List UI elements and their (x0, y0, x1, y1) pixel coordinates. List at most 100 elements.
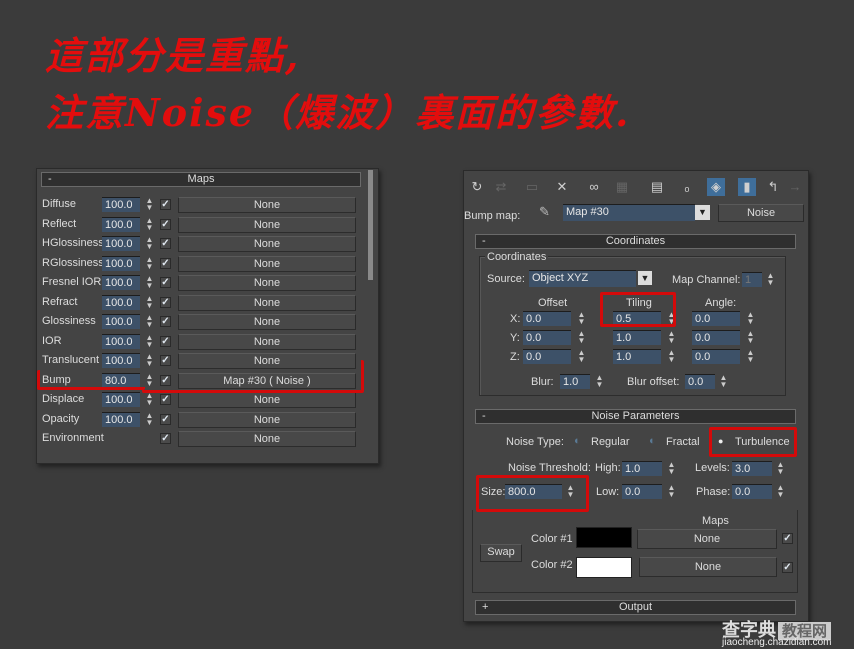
collapse-toggle[interactable]: - (482, 410, 486, 423)
map-channel-field[interactable]: 1 (742, 272, 762, 287)
low-field[interactable]: 0.0 (622, 484, 662, 499)
map-slot-button[interactable]: None (178, 255, 356, 272)
map-amount-field[interactable]: 100.0 (102, 353, 140, 368)
coordinates-rollout-header[interactable]: - Coordinates (475, 234, 796, 249)
maps-scrollbar[interactable] (368, 170, 373, 280)
map-slot-button[interactable]: None (178, 392, 356, 408)
expand-toggle[interactable]: + (482, 601, 488, 614)
eyedropper-icon[interactable]: ✎ (539, 205, 550, 219)
angle-spinner[interactable]: ▲ ▼ (746, 311, 755, 326)
offset-field[interactable]: 0.0 (523, 330, 571, 345)
offset-field[interactable]: 0.0 (523, 311, 571, 326)
map-enable-checkbox[interactable]: ✓ (160, 238, 171, 249)
get-material-icon[interactable]: ↻ (468, 178, 486, 196)
map-amount-spinner[interactable]: ▲ ▼ (145, 314, 154, 329)
map-channel-spinner[interactable]: ▲ ▼ (766, 272, 775, 287)
map-enable-checkbox[interactable]: ✓ (160, 218, 171, 230)
map-amount-field[interactable]: 100.0 (102, 275, 140, 290)
show-map-icon[interactable]: ₒ (678, 178, 696, 196)
offset-spinner[interactable]: ▲ ▼ (577, 330, 586, 345)
collapse-toggle[interactable]: - (48, 173, 52, 186)
map-slot-button[interactable]: None (178, 333, 356, 350)
blur-offset-spinner[interactable]: ▲ ▼ (719, 374, 728, 389)
map-enable-checkbox[interactable]: ✓ (160, 296, 171, 308)
map-enable-checkbox[interactable]: ✓ (160, 394, 171, 405)
angle-spinner[interactable]: ▲ ▼ (746, 349, 755, 364)
map-slot-button[interactable]: None (178, 216, 356, 233)
go-to-parent-icon[interactable]: ↰ (764, 178, 782, 196)
map-enable-checkbox[interactable]: ✓ (160, 199, 171, 210)
map-slot-button[interactable]: None (178, 314, 356, 330)
offset-field[interactable]: 0.0 (523, 349, 571, 364)
tiling-field[interactable]: 1.0 (613, 349, 661, 364)
map-type-button[interactable]: Noise (718, 204, 804, 222)
output-rollout-header[interactable]: + Output (475, 600, 796, 615)
phase-spinner[interactable]: ▲ ▼ (776, 484, 785, 499)
map-enable-checkbox[interactable]: ✓ (160, 257, 171, 269)
map-slot-button[interactable]: None (178, 197, 356, 213)
blur-field[interactable]: 1.0 (560, 374, 590, 389)
map-amount-spinner[interactable]: ▲ ▼ (145, 216, 154, 232)
map-amount-spinner[interactable]: ▲ ▼ (145, 294, 154, 310)
angle-field[interactable]: 0.0 (692, 311, 740, 326)
low-spinner[interactable]: ▲ ▼ (667, 484, 676, 499)
angle-spinner[interactable]: ▲ ▼ (746, 330, 755, 345)
map-enable-checkbox[interactable]: ✓ (160, 433, 171, 444)
fractal-label[interactable]: Fractal (666, 435, 700, 449)
map-name-dropdown-icon[interactable]: ▼ (695, 205, 710, 220)
map-amount-field[interactable]: 100.0 (102, 294, 140, 310)
regular-label[interactable]: Regular (591, 435, 630, 449)
map-amount-spinner[interactable]: ▲ ▼ (145, 411, 154, 427)
map-slot-button[interactable]: None (178, 236, 356, 252)
tiling-field[interactable]: 1.0 (613, 330, 661, 345)
map-amount-spinner[interactable]: ▲ ▼ (145, 197, 154, 212)
offset-spinner[interactable]: ▲ ▼ (577, 311, 586, 326)
map-amount-spinner[interactable]: ▲ ▼ (145, 392, 154, 407)
map-enable-checkbox[interactable]: ✓ (160, 335, 171, 347)
tiling-spinner[interactable]: ▲ ▼ (667, 349, 676, 364)
show-end-result-icon[interactable]: ▮ (738, 178, 756, 196)
source-dropdown[interactable]: Object XYZ (529, 270, 636, 287)
put-to-scene-icon[interactable]: ⇄ (492, 178, 510, 196)
angle-field[interactable]: 0.0 (692, 330, 740, 345)
map-amount-field[interactable]: 100.0 (102, 197, 140, 212)
collapse-toggle[interactable]: - (482, 235, 486, 248)
map-amount-spinner[interactable]: ▲ ▼ (145, 236, 154, 251)
map-enable-checkbox[interactable]: ✓ (160, 413, 171, 425)
offset-spinner[interactable]: ▲ ▼ (577, 349, 586, 364)
material-id-icon[interactable]: ▤ (648, 178, 666, 196)
go-forward-icon[interactable]: → (786, 178, 804, 196)
map-enable-checkbox[interactable]: ✓ (160, 316, 171, 327)
high-spinner[interactable]: ▲ ▼ (667, 461, 676, 476)
show-in-viewport-icon[interactable]: ◈ (707, 178, 725, 196)
map-slot-button[interactable]: None (178, 431, 356, 447)
map-slot-button[interactable]: None (178, 294, 356, 311)
map-amount-field[interactable]: 100.0 (102, 392, 140, 407)
map-enable-checkbox[interactable]: ✓ (160, 277, 171, 288)
map-slot-button[interactable]: None (178, 411, 356, 428)
phase-field[interactable]: 0.0 (732, 484, 772, 499)
map-amount-field[interactable]: 100.0 (102, 255, 140, 271)
blur-offset-field[interactable]: 0.0 (685, 374, 715, 389)
map-amount-field[interactable]: 100.0 (102, 236, 140, 251)
make-unique-icon[interactable]: ∞ (585, 178, 603, 196)
blur-spinner[interactable]: ▲ ▼ (595, 374, 604, 389)
levels-spinner[interactable]: ▲ ▼ (776, 461, 785, 476)
map-amount-spinner[interactable]: ▲ ▼ (145, 275, 154, 290)
tiling-spinner[interactable]: ▲ ▼ (667, 330, 676, 345)
map-amount-field[interactable]: 100.0 (102, 216, 140, 232)
maps-rollout-header[interactable]: - Maps (41, 172, 361, 187)
levels-field[interactable]: 3.0 (732, 461, 772, 476)
map-slot-button[interactable]: None (178, 275, 356, 291)
map-amount-field[interactable]: 100.0 (102, 333, 140, 349)
map-amount-spinner[interactable]: ▲ ▼ (145, 255, 154, 271)
assign-material-icon[interactable]: ▭ (523, 178, 541, 196)
high-field[interactable]: 1.0 (622, 461, 662, 476)
radio-regular[interactable]: ◐ (574, 434, 581, 448)
put-to-library-icon[interactable]: ▦ (613, 178, 631, 196)
noise-parameters-rollout-header[interactable]: - Noise Parameters (475, 409, 796, 424)
map-name-field[interactable]: Map #30 (563, 204, 695, 221)
source-dropdown-icon[interactable]: ▼ (638, 271, 652, 285)
map-amount-spinner[interactable]: ▲ ▼ (145, 333, 154, 349)
reset-map-icon[interactable]: ✕ (553, 178, 571, 196)
